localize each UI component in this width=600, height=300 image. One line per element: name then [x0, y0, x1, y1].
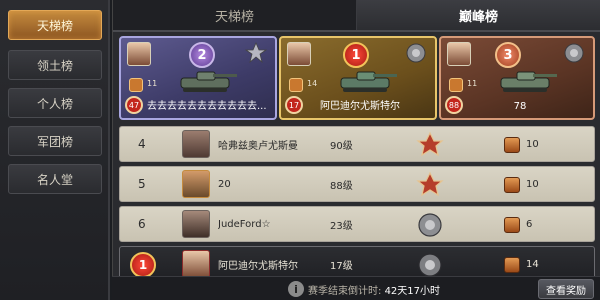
tab-bar: 天梯榜 巅峰榜 [113, 0, 600, 32]
rank-badge: 1 [343, 42, 369, 68]
top-card-rank-2[interactable]: 2 11 47 去去去去去去去去去去去... [119, 36, 277, 120]
rank-emblem-icon [418, 253, 442, 277]
rank-badge: 1 [130, 252, 156, 278]
top-card-rank-1[interactable]: 1 14 17 阿巴迪尔尤斯特尔 [279, 36, 437, 120]
rank-emblem-icon [418, 213, 442, 237]
reward-button-label: 查看奖励 [546, 285, 586, 297]
sidebar-item-ladder[interactable]: 天梯榜 [8, 10, 102, 40]
avatar [127, 42, 151, 66]
rank-number: 1 [351, 47, 361, 63]
player-level: 90级 [330, 140, 353, 152]
avatar [182, 130, 210, 158]
tab-peak[interactable]: 巅峰榜 [357, 0, 600, 30]
sidebar-item-legion[interactable]: 军团榜 [8, 126, 102, 156]
sidebar-item-territory[interactable]: 领土榜 [8, 50, 102, 80]
sidebar-item-label: 名人堂 [36, 172, 73, 187]
countdown-value: 42天17小时 [384, 286, 441, 297]
avatar [182, 170, 210, 198]
avatar [182, 210, 210, 238]
sidebar-item-label: 领土榜 [36, 58, 73, 73]
medal-icon [504, 177, 520, 193]
sidebar-item-personal[interactable]: 个人榜 [8, 88, 102, 118]
footer-bar: i 赛季结束倒计时: 42天17小时 查看奖励 [112, 276, 600, 300]
medal-icon [504, 217, 520, 233]
player-level: 23级 [330, 220, 353, 232]
player-name: 78 [513, 101, 527, 112]
tab-label: 天梯榜 [214, 9, 254, 25]
top-three: 2 11 47 去去去去去去去去去去去... 1 14 17 阿巴迪尔尤斯特尔 … [119, 36, 595, 122]
rank-emblem-icon [416, 131, 444, 157]
medal-icon [129, 78, 143, 92]
medal-count: 11 [147, 79, 158, 88]
score-value: 10 [526, 178, 539, 190]
rank-emblem-icon [564, 43, 584, 63]
level-number: 47 [128, 100, 140, 110]
tab-label: 巅峰榜 [458, 9, 498, 25]
medal-icon [289, 78, 303, 92]
player-level: 88级 [330, 180, 353, 192]
sidebar-item-label: 军团榜 [36, 134, 73, 149]
rank-number: 4 [138, 137, 146, 151]
avatar [287, 42, 311, 66]
player-name: 去去去去去去去去去去去... [147, 101, 267, 112]
tank-icon [180, 71, 237, 92]
player-level: 47 [125, 96, 143, 114]
medal-count: 11 [467, 79, 478, 88]
rank-emblem-icon [406, 43, 426, 63]
rank-number: 3 [503, 47, 513, 63]
sidebar-item-label: 天梯榜 [36, 18, 73, 33]
countdown-label: 赛季结束倒计时: [308, 286, 382, 297]
player-name: JudeFord☆ [218, 218, 271, 230]
rank-number: 1 [138, 258, 148, 272]
player-name: 阿巴迪尔尤斯特尔 [320, 101, 400, 112]
score-value: 10 [526, 138, 539, 150]
tank-icon [340, 71, 397, 92]
rank-number: 2 [197, 47, 207, 63]
tab-ladder[interactable]: 天梯榜 [113, 0, 357, 30]
sidebar: 天梯榜 领土榜 个人榜 军团榜 名人堂 [0, 0, 110, 300]
player-level: 17级 [330, 260, 353, 272]
rank-emblem-icon [245, 42, 267, 64]
list-item[interactable]: 6 JudeFord☆ 23级 6 [119, 206, 595, 242]
score-value: 6 [526, 218, 533, 230]
rank-number: 6 [138, 217, 146, 231]
medal-count: 14 [307, 79, 318, 88]
top-card-rank-3[interactable]: 3 11 88 78 [439, 36, 595, 120]
main-panel: 天梯榜 巅峰榜 2 11 47 去去去去去去去去去去去... 1 14 17 阿… [112, 0, 600, 300]
season-countdown: 赛季结束倒计时: 42天17小时 [308, 282, 440, 297]
medal-icon [504, 257, 520, 273]
avatar [447, 42, 471, 66]
score-value: 14 [526, 258, 539, 270]
view-rewards-button[interactable]: 查看奖励 [538, 279, 594, 299]
ranking-list: 4 哈弗兹奥卢尤斯曼 90级 10 5 20 88级 10 6 JudeFord… [119, 126, 595, 282]
rank-badge: 3 [495, 42, 521, 68]
sidebar-item-label: 个人榜 [36, 96, 73, 111]
player-name: 哈弗兹奥卢尤斯曼 [218, 140, 298, 152]
rank-number: 5 [138, 177, 146, 191]
rank-emblem-icon [416, 171, 444, 197]
info-icon[interactable]: i [288, 281, 304, 297]
medal-icon [449, 78, 463, 92]
sidebar-item-hall-of-fame[interactable]: 名人堂 [8, 164, 102, 194]
player-name: 阿巴迪尔尤斯特尔 [218, 260, 298, 272]
avatar [182, 250, 210, 278]
list-item[interactable]: 4 哈弗兹奥卢尤斯曼 90级 10 [119, 126, 595, 162]
rank-badge: 2 [189, 42, 215, 68]
tank-icon [500, 71, 557, 92]
player-name: 20 [218, 178, 231, 190]
medal-icon [504, 137, 520, 153]
list-item[interactable]: 5 20 88级 10 [119, 166, 595, 202]
